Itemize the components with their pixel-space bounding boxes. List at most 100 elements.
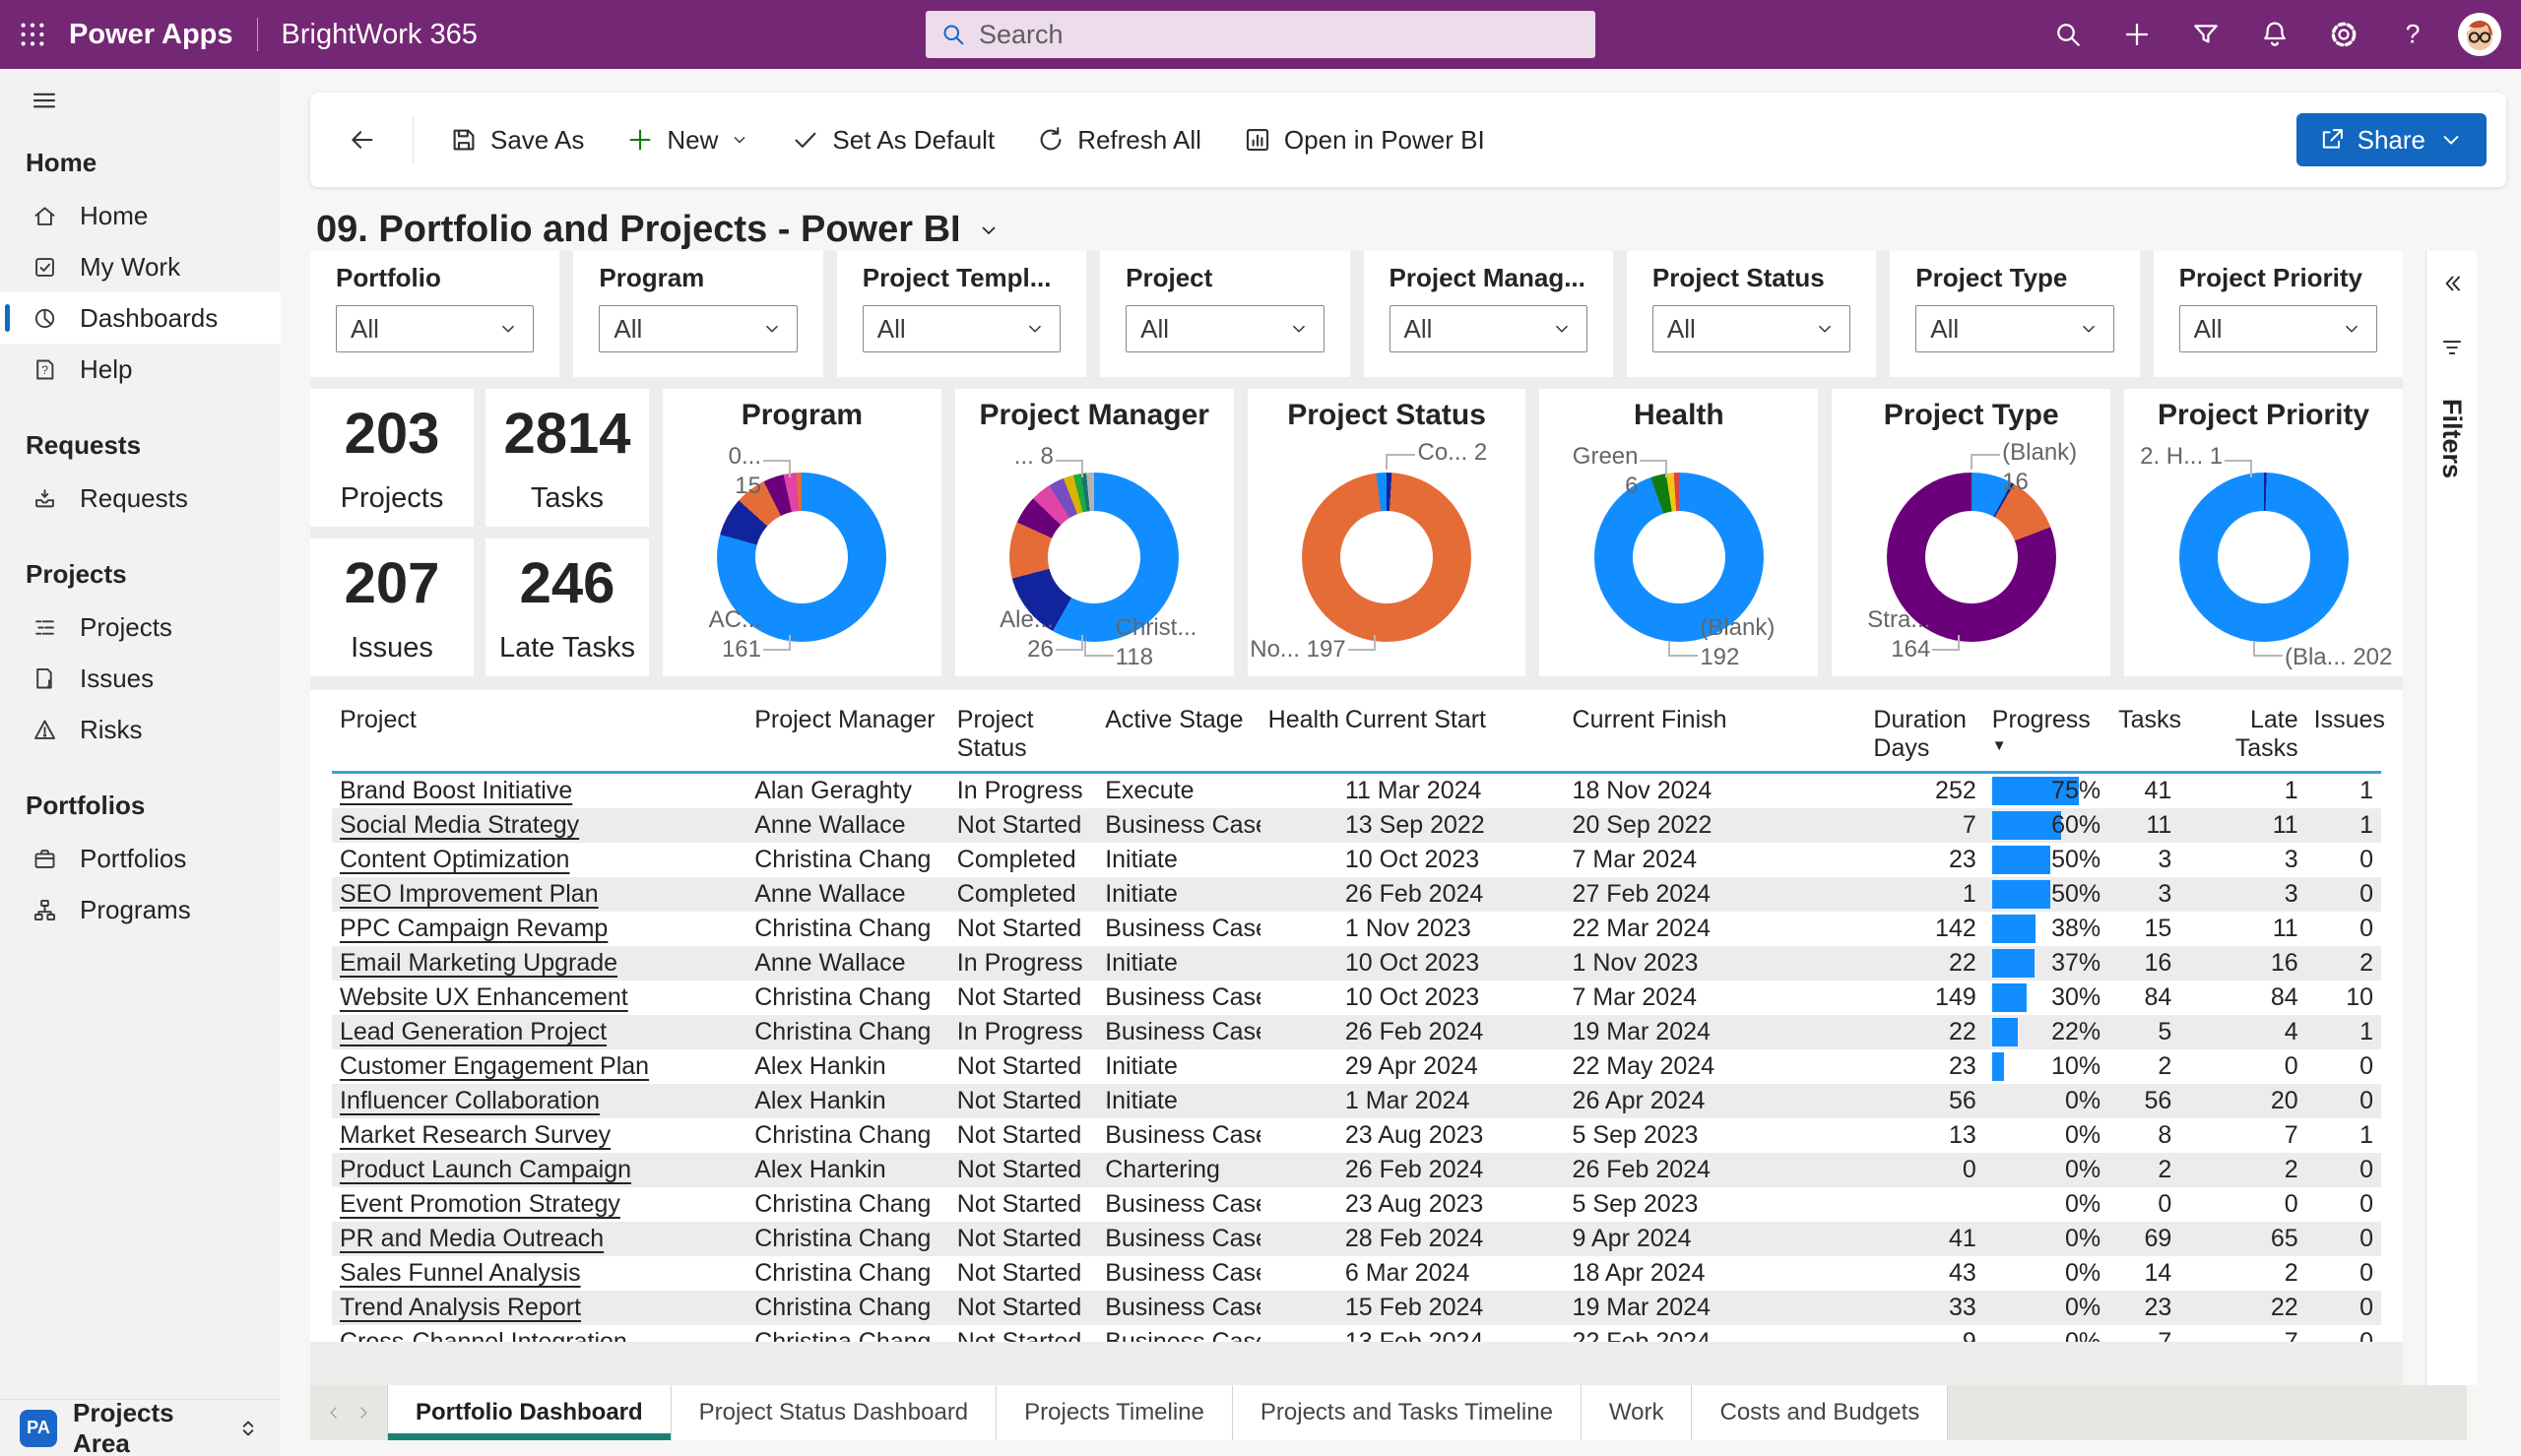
- search-button[interactable]: [2052, 19, 2084, 50]
- share-button[interactable]: Share: [2295, 113, 2487, 166]
- column-header-project-manager[interactable]: Project Manager: [746, 700, 949, 774]
- sidebar-item-requests[interactable]: Requests: [0, 473, 281, 524]
- back-button[interactable]: [330, 113, 395, 166]
- table-row[interactable]: Market Research Survey Christina Chang Not…: [332, 1118, 2381, 1153]
- table-row[interactable]: Lead Generation Project Christina Chang In…: [332, 1015, 2381, 1049]
- slicer-dropdown[interactable]: All: [599, 305, 798, 352]
- tab-projects-and-tasks-timeline[interactable]: Projects and Tasks Timeline: [1232, 1385, 1582, 1440]
- table-row[interactable]: PR and Media Outreach Christina Chang Not …: [332, 1222, 2381, 1256]
- project-link[interactable]: Sales Funnel Analysis: [340, 1259, 581, 1287]
- slicer-dropdown[interactable]: All: [1915, 305, 2114, 352]
- column-header-issues[interactable]: Issues: [2305, 700, 2385, 774]
- area-switcher[interactable]: PA Projects Area: [0, 1398, 281, 1456]
- project-link[interactable]: SEO Improvement Plan: [340, 880, 599, 908]
- sidebar-item-risks[interactable]: Risks: [0, 704, 281, 755]
- sidebar-item-projects[interactable]: Projects: [0, 601, 281, 653]
- save-as-button[interactable]: Save As: [431, 113, 602, 167]
- project-link[interactable]: Event Promotion Strategy: [340, 1190, 620, 1218]
- expand-filters-button[interactable]: [2439, 271, 2465, 299]
- tab-costs-and-budgets[interactable]: Costs and Budgets: [1692, 1385, 1949, 1440]
- table-row[interactable]: Event Promotion Strategy Christina Chang N…: [332, 1187, 2381, 1222]
- column-header-late-tasks[interactable]: Late Tasks: [2179, 700, 2306, 774]
- settings-button[interactable]: [2328, 19, 2359, 50]
- column-header-health[interactable]: Health: [1260, 700, 1339, 774]
- column-header-tasks[interactable]: Tasks: [2110, 700, 2181, 774]
- project-link[interactable]: Content Optimization: [340, 846, 569, 873]
- global-search-box[interactable]: [926, 11, 1595, 58]
- search-input[interactable]: [979, 19, 1582, 50]
- help-button[interactable]: ?: [2397, 19, 2428, 50]
- slicer-dropdown[interactable]: All: [1389, 305, 1587, 352]
- hamburger-button[interactable]: [0, 69, 79, 132]
- notifications-button[interactable]: [2259, 19, 2291, 50]
- tab-projects-timeline[interactable]: Projects Timeline: [997, 1385, 1233, 1440]
- project-link[interactable]: Lead Generation Project: [340, 1018, 607, 1045]
- slicer-dropdown[interactable]: All: [2178, 305, 2377, 352]
- column-header-progress[interactable]: Progress ▼: [1983, 700, 2111, 774]
- project-link[interactable]: Customer Engagement Plan: [340, 1052, 649, 1080]
- table-row[interactable]: PPC Campaign Revamp Christina Chang Not St…: [332, 912, 2381, 946]
- project-link[interactable]: Email Marketing Upgrade: [340, 949, 617, 977]
- table-row[interactable]: Email Marketing Upgrade Anne Wallace In Pr…: [332, 946, 2381, 981]
- column-header-active-stage[interactable]: Active Stage: [1097, 700, 1260, 774]
- sidebar-item-home[interactable]: Home: [0, 190, 281, 241]
- project-link[interactable]: PR and Media Outreach: [340, 1225, 604, 1252]
- new-button[interactable]: New: [608, 113, 767, 167]
- user-avatar[interactable]: [2458, 13, 2501, 56]
- scroll-tabs-right-icon[interactable]: [354, 1403, 373, 1423]
- slicer-dropdown[interactable]: All: [862, 305, 1062, 352]
- sidebar-item-dashboards[interactable]: Dashboards: [0, 292, 281, 344]
- tab-portfolio-dashboard[interactable]: Portfolio Dashboard: [387, 1385, 672, 1440]
- table-row[interactable]: SEO Improvement Plan Anne Wallace Complete…: [332, 877, 2381, 912]
- set-as-default-button[interactable]: Set As Default: [773, 113, 1012, 167]
- column-header-duration-days[interactable]: Duration Days: [1865, 700, 1984, 774]
- project-link[interactable]: Product Launch Campaign: [340, 1156, 631, 1183]
- table-row[interactable]: Content Optimization Christina Chang Compl…: [332, 843, 2381, 877]
- table-row[interactable]: Trend Analysis Report Christina Chang Not …: [332, 1291, 2381, 1325]
- tab-work[interactable]: Work: [1581, 1385, 1693, 1440]
- sidebar-item-issues[interactable]: Issues: [0, 653, 281, 704]
- filters-rail-button[interactable]: [2439, 335, 2465, 363]
- table-row[interactable]: Influencer Collaboration Alex Hankin Not S…: [332, 1084, 2381, 1118]
- project-link[interactable]: Trend Analysis Report: [340, 1294, 581, 1321]
- tab-project-status-dashboard[interactable]: Project Status Dashboard: [671, 1385, 998, 1440]
- project-link[interactable]: Cross-Channel Integration: [340, 1328, 627, 1342]
- table-row[interactable]: Sales Funnel Analysis Christina Chang Not …: [332, 1256, 2381, 1291]
- scroll-tabs-left-icon[interactable]: [324, 1403, 344, 1423]
- donut-chart[interactable]: [1302, 473, 1472, 642]
- column-header-current-start[interactable]: Current Start: [1336, 700, 1565, 774]
- donut-chart[interactable]: [2178, 473, 2349, 642]
- refresh-all-button[interactable]: Refresh All: [1018, 113, 1219, 167]
- table-row[interactable]: Customer Engagement Plan Alex Hankin Not S…: [332, 1049, 2381, 1084]
- sidebar-item-help[interactable]: ? Help: [0, 344, 281, 395]
- project-link[interactable]: Influencer Collaboration: [340, 1087, 600, 1114]
- slicer-dropdown[interactable]: All: [1651, 305, 1851, 352]
- chevron-down-icon[interactable]: [977, 219, 1001, 242]
- table-row[interactable]: Cross-Channel Integration Christina Chang…: [332, 1325, 2381, 1342]
- sidebar-item-programs[interactable]: Programs: [0, 884, 281, 935]
- column-header-project-status[interactable]: Project Status: [948, 700, 1098, 774]
- open-in-power-bi-button[interactable]: Open in Power BI: [1225, 113, 1503, 167]
- sidebar-item-portfolios[interactable]: Portfolios: [0, 833, 281, 884]
- table-row[interactable]: Social Media Strategy Anne Wallace Not Sta…: [332, 808, 2381, 843]
- table-row[interactable]: Brand Boost Initiative Alan Geraghty In Pr…: [332, 773, 2381, 809]
- slicer-dropdown[interactable]: All: [336, 305, 535, 352]
- table-row[interactable]: Website UX Enhancement Christina Chang Not…: [332, 981, 2381, 1015]
- project-link[interactable]: Social Media Strategy: [340, 811, 579, 839]
- filter-button[interactable]: [2190, 19, 2222, 50]
- project-link[interactable]: PPC Campaign Revamp: [340, 915, 608, 942]
- cell-tasks: 7: [2158, 1328, 2172, 1342]
- app-name: Power Apps: [69, 18, 233, 50]
- project-link[interactable]: Brand Boost Initiative: [340, 777, 572, 804]
- column-header-project[interactable]: Project: [332, 700, 747, 774]
- column-header-current-finish[interactable]: Current Finish: [1564, 700, 1866, 774]
- project-link[interactable]: Website UX Enhancement: [340, 983, 628, 1011]
- waffle-menu-button[interactable]: [0, 0, 65, 69]
- search-icon: [2052, 19, 2084, 50]
- project-link[interactable]: Market Research Survey: [340, 1121, 611, 1149]
- quick-create-button[interactable]: [2121, 19, 2153, 50]
- slicer-dropdown[interactable]: All: [1126, 305, 1325, 352]
- sidebar-item-my-work[interactable]: My Work: [0, 241, 281, 292]
- table-row[interactable]: Product Launch Campaign Alex Hankin Not St…: [332, 1153, 2381, 1187]
- chart-title: Project Priority: [2158, 399, 2370, 431]
